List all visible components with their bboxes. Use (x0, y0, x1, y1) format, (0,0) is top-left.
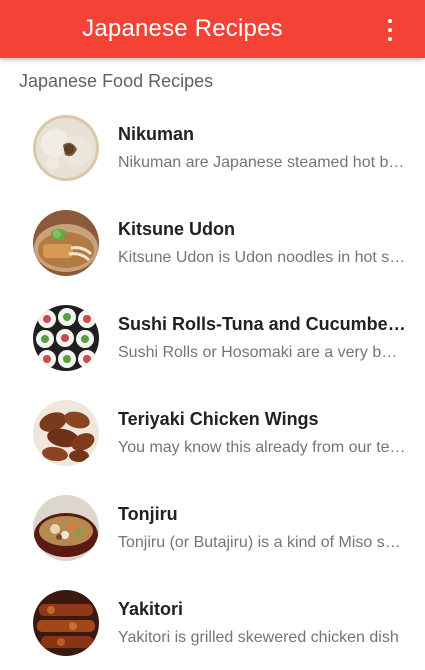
app-title: Japanese Recipes (82, 15, 283, 42)
recipe-description: Kitsune Udon is Udon noodles in hot soup… (118, 248, 406, 266)
list-item[interactable]: Teriyaki Chicken Wings You may know this… (0, 385, 425, 480)
recipe-title: Sushi Rolls-Tuna and Cucumber Rolls (118, 313, 406, 334)
app-bar: Japanese Recipes (0, 0, 425, 58)
menu-dot (388, 28, 392, 32)
recipe-description: Nikuman are Japanese steamed hot buns fi… (118, 153, 406, 171)
list-item[interactable]: Kitsune Udon Kitsune Udon is Udon noodle… (0, 195, 425, 290)
recipe-title: Nikuman (118, 123, 195, 144)
kitsune-udon-photo (33, 209, 99, 276)
list-item[interactable]: Tonjiru Tonjiru (or Butajiru) is a kind … (0, 480, 425, 575)
sushi-rolls-photo (33, 304, 99, 371)
recipe-list: Nikuman Nikuman are Japanese steamed hot… (0, 100, 425, 670)
recipe-title: Tonjiru (118, 503, 178, 524)
more-vert-icon[interactable] (385, 19, 395, 41)
menu-dot (388, 19, 392, 23)
yakitori-photo (33, 589, 99, 656)
menu-dot (388, 37, 392, 41)
list-item[interactable]: Sushi Rolls-Tuna and Cucumber Rolls Sush… (0, 290, 425, 385)
nikuman-photo (33, 114, 99, 181)
recipe-description: Yakitori is grilled skewered chicken dis… (118, 628, 399, 646)
recipe-description: Tonjiru (or Butajiru) is a kind of Miso … (118, 533, 406, 551)
recipe-title: Teriyaki Chicken Wings (118, 408, 319, 429)
section-header: Japanese Food Recipes (19, 71, 214, 91)
tonjiru-photo (33, 494, 99, 561)
list-item[interactable]: Nikuman Nikuman are Japanese steamed hot… (0, 100, 425, 195)
recipe-description: Sushi Rolls or Hosomaki are a very basic… (118, 343, 406, 361)
teriyaki-wings-photo (33, 399, 99, 466)
recipe-title: Yakitori (118, 598, 184, 619)
recipe-title: Kitsune Udon (118, 218, 235, 239)
recipe-description: You may know this already from our teriy… (118, 438, 406, 456)
list-item[interactable]: Yakitori Yakitori is grilled skewered ch… (0, 575, 425, 670)
